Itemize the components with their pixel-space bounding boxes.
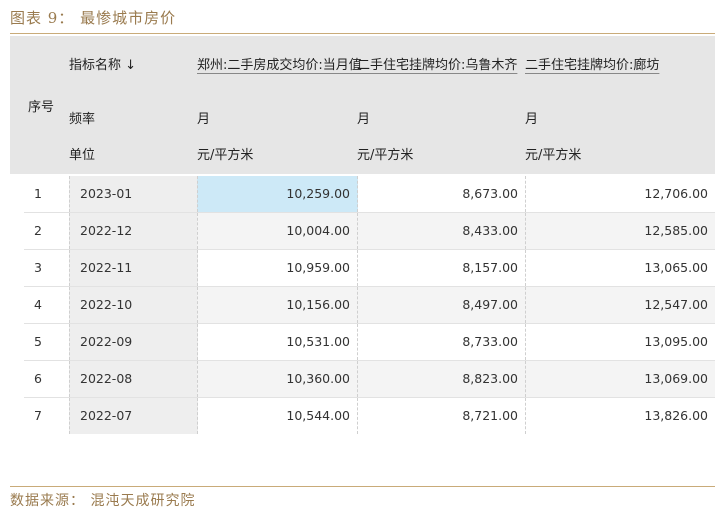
row-date[interactable]: 2022-08 (69, 361, 198, 397)
row-seq: 1 (34, 186, 42, 201)
row-date[interactable]: 2022-09 (69, 324, 198, 360)
cell-zhengzhou[interactable]: 10,156.00 (197, 287, 358, 323)
cell-urumqi[interactable]: 8,497.00 (357, 287, 526, 323)
column-freq-urumqi: 月 (357, 112, 371, 127)
column-unit-zhengzhou: 元/平方米 (197, 148, 254, 163)
column-header-zhengzhou[interactable]: 郑州:二手房成交均价:当月值 (197, 54, 362, 73)
cell-langfang[interactable]: 12,585.00 (525, 213, 715, 249)
row-seq: 2 (34, 223, 42, 238)
row-seq: 6 (34, 371, 42, 386)
row-date[interactable]: 2022-10 (69, 287, 198, 323)
cell-urumqi[interactable]: 8,433.00 (357, 213, 526, 249)
column-header-langfang[interactable]: 二手住宅挂牌均价:廊坊 (525, 54, 715, 73)
row-seq: 3 (34, 260, 42, 275)
table-row: 4 2022-10 10,156.00 8,497.00 12,547.00 (10, 287, 715, 323)
cell-zhengzhou[interactable]: 10,959.00 (197, 250, 358, 286)
cell-zhengzhou-selected[interactable]: 10,259.00 (197, 176, 358, 212)
figure-caption: 图表 9： 最惨城市房价 (10, 9, 177, 27)
source-note: 数据来源： 混沌天成研究院 (10, 493, 196, 509)
table-row: 6 2022-08 10,360.00 8,823.00 13,069.00 (10, 361, 715, 397)
cell-urumqi[interactable]: 8,733.00 (357, 324, 526, 360)
cell-urumqi[interactable]: 8,673.00 (357, 176, 526, 212)
source-rule (10, 486, 715, 487)
cell-zhengzhou[interactable]: 10,544.00 (197, 398, 358, 434)
cell-zhengzhou[interactable]: 10,360.00 (197, 361, 358, 397)
column-header-urumqi[interactable]: 二手住宅挂牌均价:乌鲁木齐 (357, 54, 525, 73)
unit-label: 单位 (69, 148, 96, 163)
row-seq: 4 (34, 297, 42, 312)
cell-langfang[interactable]: 12,706.00 (525, 176, 715, 212)
cell-urumqi[interactable]: 8,823.00 (357, 361, 526, 397)
column-unit-urumqi: 元/平方米 (357, 148, 414, 163)
seq-header: 序号 (28, 100, 55, 115)
cell-langfang[interactable]: 13,095.00 (525, 324, 715, 360)
table-row: 1 2023-01 10,259.00 8,673.00 12,706.00 (10, 176, 715, 212)
row-date[interactable]: 2023-01 (69, 176, 198, 212)
table-header: 序号 指标名称 ↓ 频率 单位 郑州:二手房成交均价:当月值 月 元/平方米 二… (10, 36, 715, 174)
column-unit-langfang: 元/平方米 (525, 148, 582, 163)
data-table: 序号 指标名称 ↓ 频率 单位 郑州:二手房成交均价:当月值 月 元/平方米 二… (10, 36, 715, 476)
cell-urumqi[interactable]: 8,721.00 (357, 398, 526, 434)
cell-urumqi[interactable]: 8,157.00 (357, 250, 526, 286)
column-freq-langfang: 月 (525, 112, 539, 127)
table-row: 3 2022-11 10,959.00 8,157.00 13,065.00 (10, 250, 715, 286)
row-date[interactable]: 2022-07 (69, 398, 198, 434)
row-seq: 5 (34, 334, 42, 349)
row-date[interactable]: 2022-11 (69, 250, 198, 286)
cell-langfang[interactable]: 13,826.00 (525, 398, 715, 434)
cell-zhengzhou[interactable]: 10,531.00 (197, 324, 358, 360)
table-row: 5 2022-09 10,531.00 8,733.00 13,095.00 (10, 324, 715, 360)
cell-langfang[interactable]: 12,547.00 (525, 287, 715, 323)
row-seq: 7 (34, 408, 42, 423)
frequency-label: 频率 (69, 112, 96, 127)
row-date[interactable]: 2022-12 (69, 213, 198, 249)
table-row: 2 2022-12 10,004.00 8,433.00 12,585.00 (10, 213, 715, 249)
cell-langfang[interactable]: 13,065.00 (525, 250, 715, 286)
caption-rule (10, 33, 715, 34)
indicator-name-header[interactable]: 指标名称 ↓ (69, 54, 197, 73)
cell-zhengzhou[interactable]: 10,004.00 (197, 213, 358, 249)
column-freq-zhengzhou: 月 (197, 112, 211, 127)
cell-langfang[interactable]: 13,069.00 (525, 361, 715, 397)
table-row: 7 2022-07 10,544.00 8,721.00 13,826.00 (10, 398, 715, 434)
